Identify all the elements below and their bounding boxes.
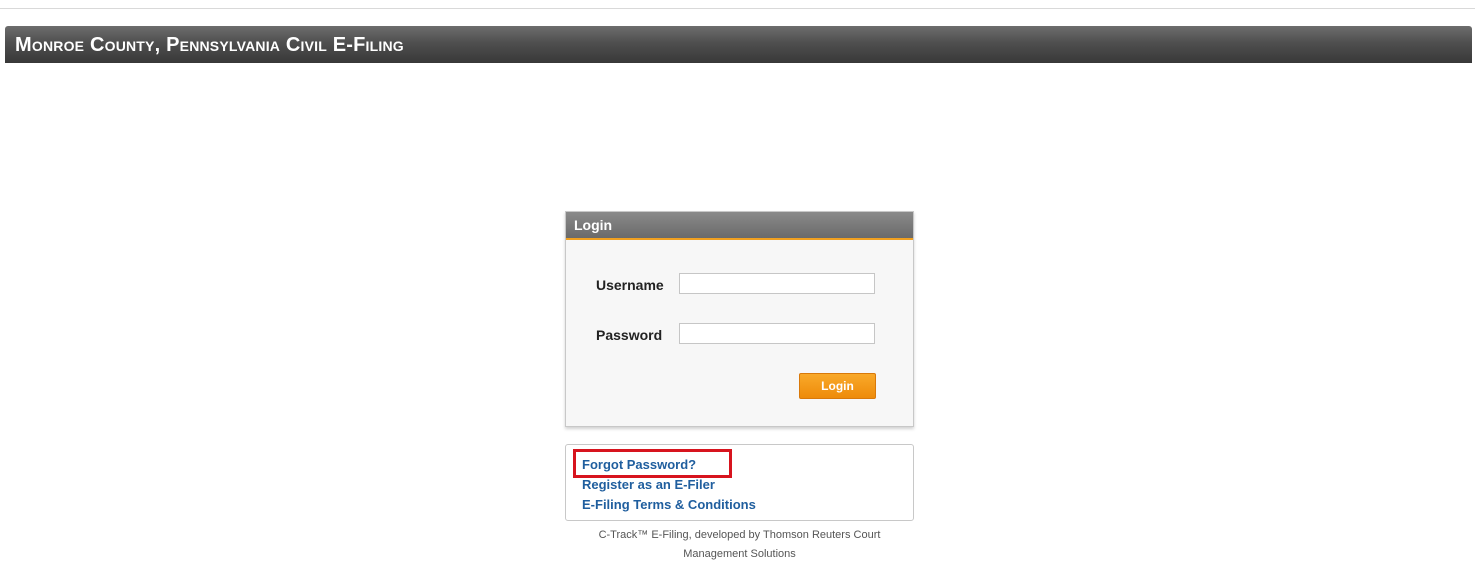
site-banner: Monroe County, Pennsylvania Civil E-Fili… bbox=[5, 26, 1472, 63]
login-panel: Login Username Password Login bbox=[565, 211, 914, 427]
top-divider bbox=[0, 8, 1475, 9]
login-button[interactable]: Login bbox=[799, 373, 876, 399]
footer-line-1: C-Track™ E-Filing, developed by Thomson … bbox=[598, 529, 881, 541]
footer-line-2: Management Solutions bbox=[683, 548, 796, 560]
password-input[interactable] bbox=[679, 323, 875, 344]
site-title: Monroe County, Pennsylvania Civil E-Fili… bbox=[15, 34, 404, 56]
password-label: Password bbox=[596, 327, 663, 343]
forgot-password-link[interactable]: Forgot Password? bbox=[582, 457, 696, 472]
login-panel-header: Login bbox=[566, 212, 913, 240]
footer-credits: C-Track™ E-Filing, developed by Thomson … bbox=[565, 526, 914, 564]
username-label: Username bbox=[596, 277, 664, 293]
terms-conditions-link[interactable]: E-Filing Terms & Conditions bbox=[582, 497, 756, 512]
account-links-box: Forgot Password? Register as an E-Filer … bbox=[565, 444, 914, 521]
username-input[interactable] bbox=[679, 273, 875, 294]
register-efiler-link[interactable]: Register as an E-Filer bbox=[582, 477, 715, 492]
